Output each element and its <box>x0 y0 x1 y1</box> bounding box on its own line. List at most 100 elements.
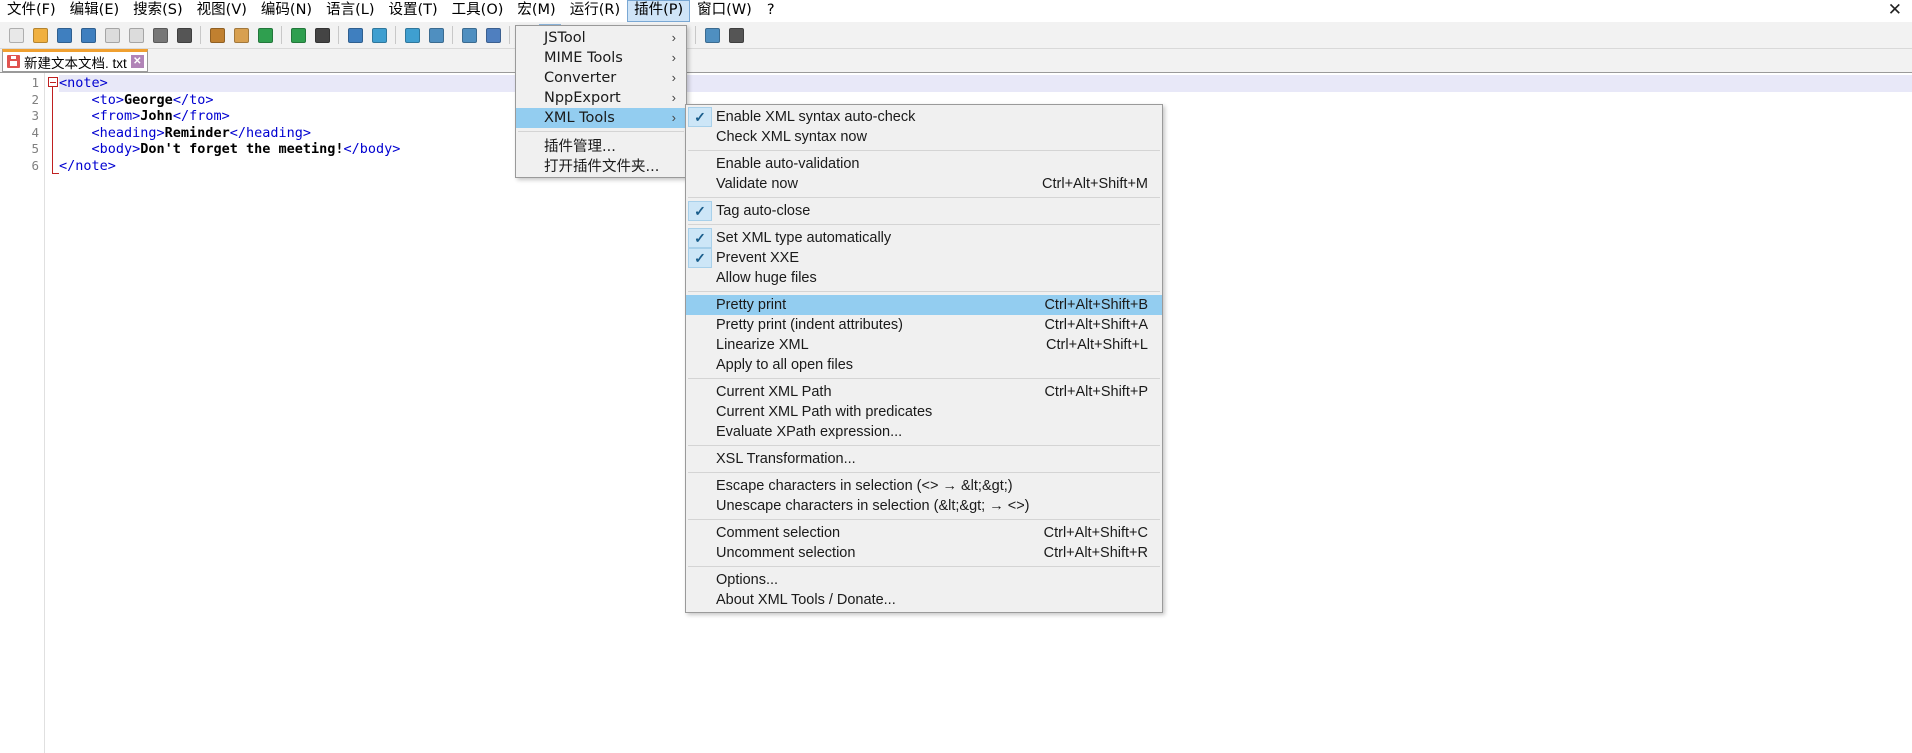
menu-separator <box>688 519 1160 520</box>
chevron-right-icon: › <box>671 50 676 65</box>
save-all-icon[interactable] <box>77 24 99 46</box>
open-file-icon[interactable] <box>29 24 51 46</box>
menubar-item-1[interactable]: 编辑(E) <box>63 0 126 22</box>
plugins-menu-item-1[interactable]: MIME Tools › <box>516 48 686 68</box>
menubar-item-12[interactable]: ? <box>759 0 785 22</box>
cut-icon[interactable] <box>173 24 195 46</box>
redo-icon-glyph <box>290 27 306 43</box>
xml-tools-menu-item-6[interactable]: ✓ Prevent XXE <box>686 248 1162 268</box>
xml-tools-menu-item-label: Current XML Path <box>716 384 832 400</box>
checkbox-cell[interactable]: ✓ <box>688 228 712 248</box>
plugins-menu-item-0[interactable]: JSTool › <box>516 28 686 48</box>
zoom-in-icon[interactable] <box>368 24 390 46</box>
replace-icon[interactable] <box>344 24 366 46</box>
close-file-icon[interactable] <box>101 24 123 46</box>
menubar-item-9[interactable]: 运行(R) <box>563 0 627 22</box>
xml-tools-menu-item-label: Current XML Path with predicates <box>716 404 933 420</box>
sync-horizontal-icon[interactable] <box>458 24 480 46</box>
keyboard-shortcut: Ctrl+Alt+Shift+P <box>1044 384 1148 400</box>
plugins-menu-item-5[interactable]: 插件管理... <box>516 135 686 155</box>
xml-tools-menu-item-4[interactable]: ✓ Tag auto-close <box>686 201 1162 221</box>
xml-tools-submenu-popup[interactable]: ✓ Enable XML syntax auto-check Check XML s… <box>685 104 1163 613</box>
menubar-item-7[interactable]: 工具(O) <box>445 0 511 22</box>
xml-tools-menu-item-label: Linearize XML <box>716 337 809 353</box>
save-icon[interactable] <box>53 24 75 46</box>
zoom-out-icon[interactable] <box>401 24 423 46</box>
close-all-icon[interactable] <box>125 24 147 46</box>
xml-tag: <body> <box>91 141 141 158</box>
keyboard-shortcut: Ctrl+Alt+Shift+A <box>1044 317 1148 333</box>
macro-play-icon[interactable] <box>701 24 723 46</box>
xml-tools-menu-item-18[interactable]: Comment selection Ctrl+Alt+Shift+C <box>686 523 1162 543</box>
menubar-item-2[interactable]: 搜索(S) <box>126 0 190 22</box>
keyboard-shortcut: Ctrl+Alt+Shift+C <box>1043 525 1148 541</box>
print-icon[interactable] <box>149 24 171 46</box>
xml-tools-menu-item-7[interactable]: Allow huge files <box>686 268 1162 288</box>
plugins-menu-item-3[interactable]: NppExport › <box>516 88 686 108</box>
xml-tools-menu-item-12[interactable]: Current XML Path Ctrl+Alt+Shift+P <box>686 382 1162 402</box>
sync-vertical-icon[interactable] <box>425 24 447 46</box>
plugins-menu-popup[interactable]: JSTool › MIME Tools › Converter › NppExport › XM… <box>515 25 687 178</box>
xml-tools-menu-item-20[interactable]: Options... <box>686 570 1162 590</box>
chevron-right-icon: › <box>671 30 676 45</box>
xml-tools-menu-item-21[interactable]: About XML Tools / Donate... <box>686 590 1162 610</box>
undo-icon[interactable] <box>254 24 276 46</box>
fold-margin[interactable] <box>45 73 59 753</box>
redo-icon[interactable] <box>287 24 309 46</box>
plugins-menu-item-2[interactable]: Converter › <box>516 68 686 88</box>
xml-tools-menu-item-5[interactable]: ✓ Set XML type automatically <box>686 228 1162 248</box>
menubar-item-8[interactable]: 宏(M) <box>510 0 562 22</box>
xml-tools-menu-item-17[interactable]: Unescape characters in selection (&lt;&g… <box>686 496 1162 516</box>
menubar-item-11[interactable]: 窗口(W) <box>690 0 759 22</box>
xml-tools-menu-item-9[interactable]: Pretty print (indent attributes) Ctrl+Alt… <box>686 315 1162 335</box>
find-icon[interactable] <box>311 24 333 46</box>
paste-icon-glyph <box>233 27 249 43</box>
xml-tools-menu-item-11[interactable]: Apply to all open files <box>686 355 1162 375</box>
xml-tools-menu-item-label: Set XML type automatically <box>716 230 892 246</box>
macro-save-icon[interactable] <box>725 24 747 46</box>
xml-tools-menu-item-label: About XML Tools / Donate... <box>716 592 896 608</box>
xml-tools-menu-item-19[interactable]: Uncomment selection Ctrl+Alt+Shift+R <box>686 543 1162 563</box>
sync-vertical-icon-glyph <box>428 27 444 43</box>
xml-tools-menu-item-3[interactable]: Validate now Ctrl+Alt+Shift+M <box>686 174 1162 194</box>
menubar-item-4[interactable]: 编码(N) <box>254 0 319 22</box>
window-close-button[interactable]: ✕ <box>1882 0 1908 20</box>
copy-icon-glyph <box>209 27 225 43</box>
checkbox-cell[interactable]: ✓ <box>688 107 712 127</box>
xml-tools-menu-item-0[interactable]: ✓ Enable XML syntax auto-check <box>686 107 1162 127</box>
word-wrap-icon[interactable] <box>482 24 504 46</box>
close-icon[interactable]: ✕ <box>130 55 144 68</box>
xml-tools-menu-item-15[interactable]: XSL Transformation... <box>686 449 1162 469</box>
open-file-icon-glyph <box>32 27 48 43</box>
chevron-right-icon: › <box>671 90 676 105</box>
xml-tools-menu-item-13[interactable]: Current XML Path with predicates <box>686 402 1162 422</box>
menubar-item-10[interactable]: 插件(P) <box>627 0 691 22</box>
xml-tools-menu-item-label: Escape characters in selection (<> → &lt… <box>716 478 1013 494</box>
xml-tools-menu-item-8[interactable]: Pretty print Ctrl+Alt+Shift+B <box>686 295 1162 315</box>
checkbox-cell[interactable]: ✓ <box>688 201 712 221</box>
new-file-icon[interactable] <box>5 24 27 46</box>
menubar-item-3[interactable]: 视图(V) <box>190 0 254 22</box>
menubar-item-5[interactable]: 语言(L) <box>319 0 381 22</box>
xml-tools-menu-item-14[interactable]: Evaluate XPath expression... <box>686 422 1162 442</box>
xml-tools-menu-item-10[interactable]: Linearize XML Ctrl+Alt+Shift+L <box>686 335 1162 355</box>
copy-icon[interactable] <box>206 24 228 46</box>
tab-bar: 新建文本文档. txt ✕ <box>0 49 1912 73</box>
xml-tools-menu-item-2[interactable]: Enable auto-validation <box>686 154 1162 174</box>
menubar-item-6[interactable]: 设置(T) <box>381 0 444 22</box>
xml-tools-menu-item-16[interactable]: Escape characters in selection (<> → &lt… <box>686 476 1162 496</box>
menubar-item-0[interactable]: 文件(F) <box>0 0 63 22</box>
plugins-menu-item-6[interactable]: 打开插件文件夹... <box>516 155 686 175</box>
xml-tools-menu-item-1[interactable]: Check XML syntax now <box>686 127 1162 147</box>
sync-horizontal-icon-glyph <box>461 27 477 43</box>
paste-icon[interactable] <box>230 24 252 46</box>
line-number: 6 <box>31 157 39 173</box>
fold-collapse-icon[interactable] <box>48 77 58 87</box>
tab-new-text-document[interactable]: 新建文本文档. txt ✕ <box>2 49 148 72</box>
code-line[interactable]: <note> <box>59 75 1912 92</box>
checkbox-cell[interactable]: ✓ <box>688 248 712 268</box>
xml-tag: </note> <box>59 157 116 174</box>
save-disk-icon <box>7 55 20 68</box>
xml-tools-menu-item-label: Check XML syntax now <box>716 129 867 145</box>
plugins-menu-item-4[interactable]: XML Tools › <box>516 108 686 128</box>
